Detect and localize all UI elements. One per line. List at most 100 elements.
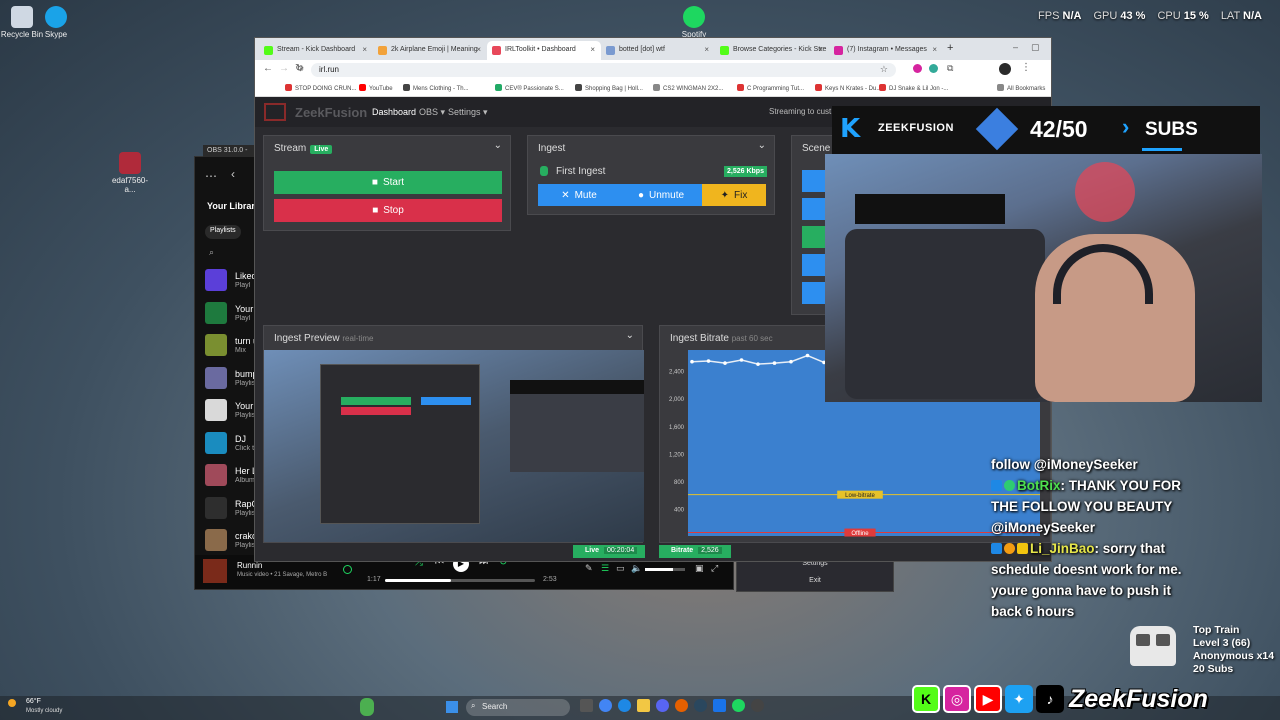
stop-button[interactable]: ■ Stop xyxy=(274,199,502,222)
browser-tab[interactable]: IRLToolkit • Dashboard × xyxy=(487,41,601,60)
library-item[interactable]: RapC Playlis xyxy=(205,496,258,523)
menu-icon[interactable]: ⋮ xyxy=(1021,62,1031,73)
bookmark-item[interactable]: DJ Snake & Lil Jon -... xyxy=(879,84,948,92)
bookmark-item[interactable]: Mens Clothing - Th... xyxy=(403,84,469,92)
bookmark-item[interactable]: Shopping Bag | Holl... xyxy=(575,84,643,92)
queue-icon[interactable]: ☰ xyxy=(601,563,609,574)
nav-obs[interactable]: OBS ▾ xyxy=(419,107,445,118)
fix-button[interactable]: ✦ Fix xyxy=(702,184,766,206)
firefox-icon[interactable] xyxy=(675,699,688,712)
close-icon[interactable]: × xyxy=(818,45,823,54)
weather-temp[interactable]: 66°F xyxy=(26,698,41,705)
browser-tab[interactable]: Browse Categories - Kick Stre × xyxy=(715,41,829,60)
app-icon[interactable] xyxy=(713,699,726,712)
miniplayer-icon[interactable]: ▣ xyxy=(695,563,704,574)
library-item[interactable]: turn u Mix xyxy=(205,334,258,360)
obs-icon[interactable] xyxy=(751,699,764,712)
new-tab-icon[interactable]: + xyxy=(947,42,953,54)
now-playing-title[interactable]: Runnin xyxy=(237,561,262,570)
back-icon[interactable]: ← xyxy=(263,63,273,74)
bitrate-point xyxy=(805,353,810,358)
extension-icon[interactable] xyxy=(913,64,922,73)
added-check-icon[interactable] xyxy=(343,565,352,574)
task-view-icon[interactable] xyxy=(580,699,593,712)
browser-tab[interactable]: botted [dot] wtf × xyxy=(601,41,715,60)
forward-icon[interactable]: → xyxy=(279,63,289,74)
close-icon[interactable]: × xyxy=(590,45,595,54)
playlist-cover xyxy=(205,366,227,389)
library-item[interactable]: DJ Click t xyxy=(205,431,257,458)
now-playing-subtitle: Music video • 21 Savage, Metro B xyxy=(237,572,328,578)
close-icon[interactable]: × xyxy=(362,45,367,54)
steam-icon[interactable] xyxy=(694,699,707,712)
minimize-icon[interactable]: – xyxy=(1013,42,1018,52)
spotify-shortcut[interactable]: Spotify xyxy=(672,6,716,39)
url-field[interactable]: ⚙ irl.run ☆ xyxy=(297,63,896,77)
y-tick-label: 400 xyxy=(674,507,685,513)
bookmark-item[interactable]: C Programming Tut... xyxy=(737,84,804,92)
skype-shortcut[interactable]: Skype xyxy=(34,6,78,39)
volume-slider[interactable] xyxy=(645,568,685,571)
close-icon[interactable]: × xyxy=(704,45,709,54)
extension-icon[interactable] xyxy=(929,64,938,73)
bookmark-item[interactable]: CS2 WINGMAN 2X2... xyxy=(653,84,723,92)
tab-favicon-icon xyxy=(834,46,843,55)
library-item[interactable]: Your Playlis xyxy=(205,399,257,425)
obs-exit-button[interactable]: Exit xyxy=(737,577,893,584)
elapsed-time: 1:17 xyxy=(367,576,381,583)
bookmark-item[interactable]: STOP DOING CRUN... xyxy=(285,84,356,92)
edge-icon[interactable] xyxy=(618,699,631,712)
volume-icon[interactable]: 🔈 xyxy=(631,563,642,574)
taskbar-search[interactable]: ⌕ Search xyxy=(466,699,570,716)
browser-tab[interactable]: 2k Airplane Emoji | Meaning × xyxy=(373,41,487,60)
address-bar: ← → ↻ ⚙ irl.run ☆ ⧉ ⋮ xyxy=(255,60,1051,80)
library-item[interactable]: crakc Playlis xyxy=(205,529,257,555)
unmute-button[interactable]: ● Unmute xyxy=(620,184,702,206)
filter-playlists[interactable]: Playlists xyxy=(205,225,241,239)
windows-start-icon[interactable] xyxy=(446,701,458,713)
more-icon[interactable]: ⋯ xyxy=(205,169,217,183)
scene-panel-title: Scene xyxy=(802,143,831,154)
bookmark-item[interactable]: CEV® Passionate S... xyxy=(495,84,564,92)
spotify-icon[interactable] xyxy=(732,699,745,712)
bookmark-item[interactable]: All Bookmarks xyxy=(997,84,1045,92)
fullscreen-icon[interactable]: ⤢ xyxy=(711,563,718,574)
ingest-panel-title: Ingest xyxy=(538,143,566,154)
device-icon[interactable]: ▭ xyxy=(616,563,625,574)
file-shortcut[interactable]: edaf7560-a... xyxy=(108,152,152,194)
bookmark-star-icon[interactable]: ☆ xyxy=(880,64,888,75)
lyrics-icon[interactable]: ✎ xyxy=(585,563,593,574)
browser-tab[interactable]: (7) Instagram • Messages × xyxy=(829,41,943,60)
browser-tab[interactable]: Stream - Kick Dashboard × xyxy=(259,41,373,60)
chrome-icon[interactable] xyxy=(599,699,612,712)
library-item[interactable]: Her L Album xyxy=(205,464,257,490)
nav-dashboard[interactable]: Dashboard xyxy=(372,107,416,117)
avatar[interactable] xyxy=(999,63,1011,75)
camera-icon: ■ xyxy=(371,177,378,188)
file-explorer-icon[interactable] xyxy=(637,699,650,712)
chat-message: Li_JinBao: sorry that schedule doesnt wo… xyxy=(991,541,1182,619)
extensions-icon[interactable]: ⧉ xyxy=(947,63,953,74)
library-item[interactable]: Liked Playl xyxy=(205,269,257,295)
mute-button[interactable]: ✕ Mute xyxy=(538,184,620,206)
search-icon[interactable]: ⌕ xyxy=(209,247,214,258)
bookmark-item[interactable]: YouTube xyxy=(359,84,393,92)
nav-settings[interactable]: Settings ▾ xyxy=(448,107,488,118)
chat-overlay: follow @iMoneySeeker BotRix: THANK YOU F… xyxy=(991,454,1191,622)
close-icon[interactable]: × xyxy=(932,45,937,54)
discord-icon[interactable] xyxy=(656,699,669,712)
start-button[interactable]: ■ Start xyxy=(274,171,502,194)
back-icon[interactable]: ‹ xyxy=(231,167,235,181)
chevron-down-icon[interactable]: ⌄ xyxy=(626,330,634,341)
close-icon[interactable]: × xyxy=(476,45,481,54)
chevron-down-icon[interactable]: ⌄ xyxy=(758,140,766,151)
library-item[interactable]: Your Playl xyxy=(205,301,257,328)
progress-track[interactable] xyxy=(385,579,535,582)
site-info-icon[interactable]: ⚙ xyxy=(297,64,304,73)
chevron-down-icon[interactable]: ⌄ xyxy=(494,140,502,151)
maximize-icon[interactable]: ▢ xyxy=(1031,42,1040,53)
bookmark-item[interactable]: Keys N Krates - Du... xyxy=(815,84,881,92)
frog-widget-icon[interactable] xyxy=(360,698,374,716)
preview-panel-title: Ingest Preview real-time xyxy=(274,333,374,344)
library-item[interactable]: bump Playlis xyxy=(205,366,258,393)
